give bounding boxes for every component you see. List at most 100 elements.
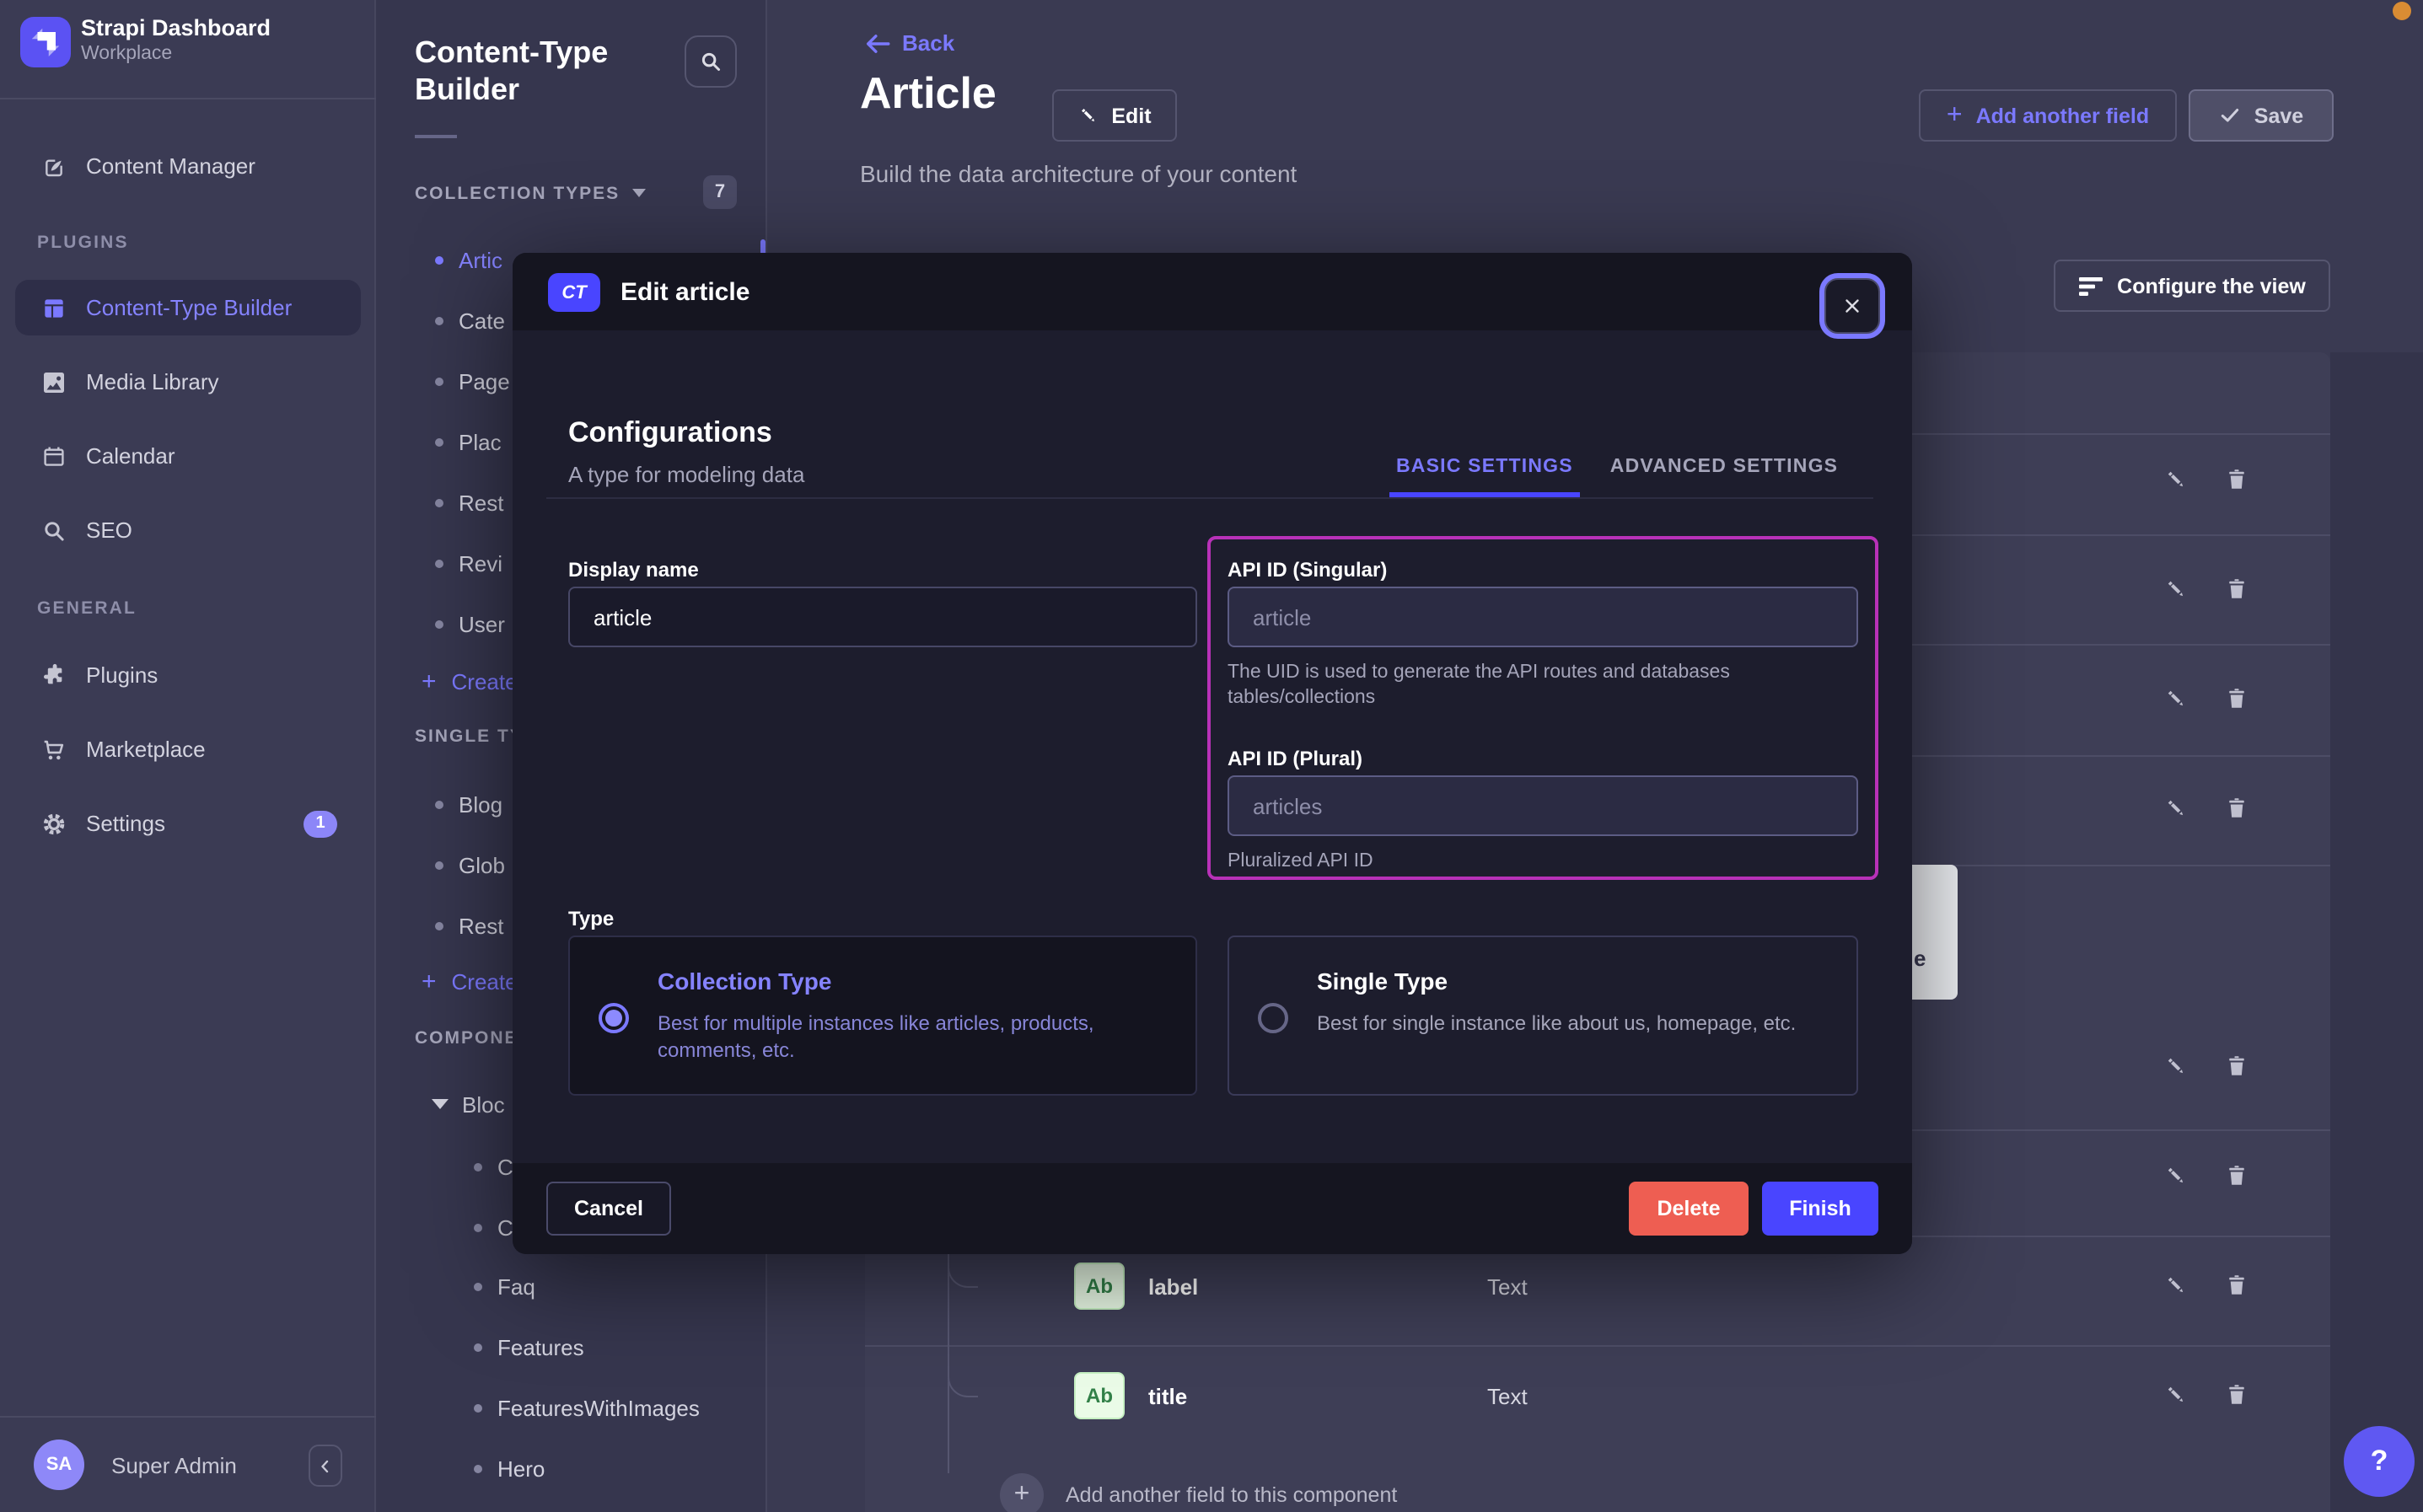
sidebar-section-plugins: PLUGINS [37,233,129,253]
delete-field-button[interactable] [2224,1273,2249,1298]
single-type-item[interactable]: Glob [435,844,505,885]
edit-field-button[interactable] [2163,1382,2189,1407]
divider [546,497,1873,499]
tab-advanced-settings[interactable]: ADVANCED SETTINGS [1604,457,1845,497]
strapi-logo-icon [20,17,71,67]
display-name-input[interactable] [568,587,1197,647]
radio-unselected-icon[interactable] [1258,1003,1288,1033]
sidebar-item-seo[interactable]: SEO [15,502,361,558]
delete-field-button[interactable] [2224,1054,2249,1079]
radio-selected-icon[interactable] [599,1003,629,1033]
component-group-blocks[interactable]: Bloc [432,1084,505,1124]
delete-field-button[interactable] [2224,796,2249,821]
delete-field-button[interactable] [2224,1163,2249,1188]
sidebar-item-plugins[interactable]: Plugins [15,647,361,703]
cart-icon [40,736,67,763]
edit-field-button[interactable] [2163,576,2189,602]
add-field-to-component-button[interactable]: + [1000,1473,1044,1512]
component-item[interactable]: Faq [474,1266,535,1306]
bullet-icon [435,800,443,808]
bullet-icon [474,1282,482,1290]
collection-type-desc: Best for multiple instances like article… [658,1010,1163,1064]
sidebar-item-content-manager[interactable]: Content Manager [15,138,361,194]
collection-count-badge: 7 [703,175,737,209]
single-type-item[interactable]: Rest [435,905,503,946]
sidebar-item-media-library[interactable]: Media Library [15,354,361,410]
sidebar-item-marketplace[interactable]: Marketplace [15,721,361,777]
component-item[interactable]: Features [474,1327,584,1367]
sidebar-item-label: Content-Type Builder [86,295,292,320]
component-item[interactable]: Hero [474,1448,545,1488]
search-button[interactable] [685,35,737,88]
single-type-option[interactable]: Single Type Best for single instance lik… [1228,936,1858,1096]
page-title: Article [860,67,997,120]
save-button[interactable]: Save [2189,89,2334,142]
api-id-singular-input[interactable] [1228,587,1858,647]
back-arrow-icon [863,32,892,56]
content-gutter [2330,352,2423,1512]
create-single-type-link[interactable]: +Create [422,961,518,1001]
add-another-field-button[interactable]: + Add another field [1919,89,2177,142]
sidebar-item-label: SEO [86,517,132,543]
configure-the-view-button[interactable]: Configure the view [2054,260,2330,312]
close-button[interactable] [1824,278,1880,334]
collection-type-option[interactable]: Collection Type Best for multiple instan… [568,936,1197,1096]
settings-tabs: BASIC SETTINGS ADVANCED SETTINGS [1389,438,1845,497]
delete-field-button[interactable] [2224,686,2249,711]
bullet-icon [474,1223,482,1231]
collection-item[interactable]: Plac [435,421,502,462]
brand-title: Strapi Dashboard [81,15,271,40]
cancel-button[interactable]: Cancel [546,1182,671,1236]
single-types-header[interactable]: SINGLE TY [415,727,524,747]
collection-item[interactable]: Page [435,361,510,401]
edit-button[interactable]: Edit [1052,89,1177,142]
row-actions [2163,576,2249,602]
avatar[interactable]: SA [34,1440,84,1490]
puzzle-icon [40,662,67,689]
add-field-to-component-label[interactable]: Add another field to this component [1066,1483,1397,1507]
delete-field-button[interactable] [2224,576,2249,602]
delete-field-button[interactable] [2224,467,2249,492]
component-item[interactable]: FeaturesWithImages [474,1387,700,1428]
sidebar-item-calendar[interactable]: Calendar [15,428,361,484]
collapse-sidebar-button[interactable] [309,1445,342,1487]
back-link[interactable]: Back [902,30,954,56]
single-type-item[interactable]: Blog [435,784,502,824]
collection-item-article[interactable]: Artic [435,239,502,280]
api-id-plural-label: API ID (Plural) [1228,747,1362,770]
bullet-icon [435,316,443,324]
modal-title: Edit article [621,278,749,307]
divider [865,1345,2330,1347]
bullet-icon [474,1343,482,1351]
edit-field-button[interactable] [2163,686,2189,711]
delete-field-button[interactable] [2224,1382,2249,1407]
single-type-desc: Best for single instance like about us, … [1317,1010,1831,1037]
collection-item[interactable]: Revi [435,543,502,583]
collection-types-header[interactable]: COLLECTION TYPES [415,184,645,204]
field-name: title [1148,1384,1187,1409]
help-button[interactable]: ? [2344,1426,2415,1497]
create-collection-type-link[interactable]: +Create [422,661,518,701]
collection-item[interactable]: Rest [435,482,503,523]
strapi-dashboard: Strapi Dashboard Workplace Content Manag… [0,0,2423,1512]
edit-field-button[interactable] [2163,1163,2189,1188]
edit-field-button[interactable] [2163,1054,2189,1079]
sidebar-item-content-type-builder[interactable]: Content-Type Builder [15,280,361,335]
sidebar-item-label: Media Library [86,369,219,394]
tab-basic-settings[interactable]: BASIC SETTINGS [1389,457,1580,497]
collection-item[interactable]: User [435,603,505,644]
delete-button[interactable]: Delete [1629,1182,1749,1236]
collection-item[interactable]: Cate [435,300,505,340]
field-type-badge: Ab [1074,1372,1125,1419]
bullet-icon [474,1162,482,1171]
layout-grid-icon [40,294,67,321]
sidebar-item-settings[interactable]: Settings 1 [15,796,361,851]
chevron-down-icon [432,1099,449,1109]
components-header[interactable]: COMPONE [415,1028,518,1048]
tree-elbow [948,1374,978,1397]
edit-field-button[interactable] [2163,1273,2189,1298]
edit-field-button[interactable] [2163,467,2189,492]
edit-field-button[interactable] [2163,796,2189,821]
finish-button[interactable]: Finish [1762,1182,1878,1236]
api-id-plural-input[interactable] [1228,775,1858,836]
